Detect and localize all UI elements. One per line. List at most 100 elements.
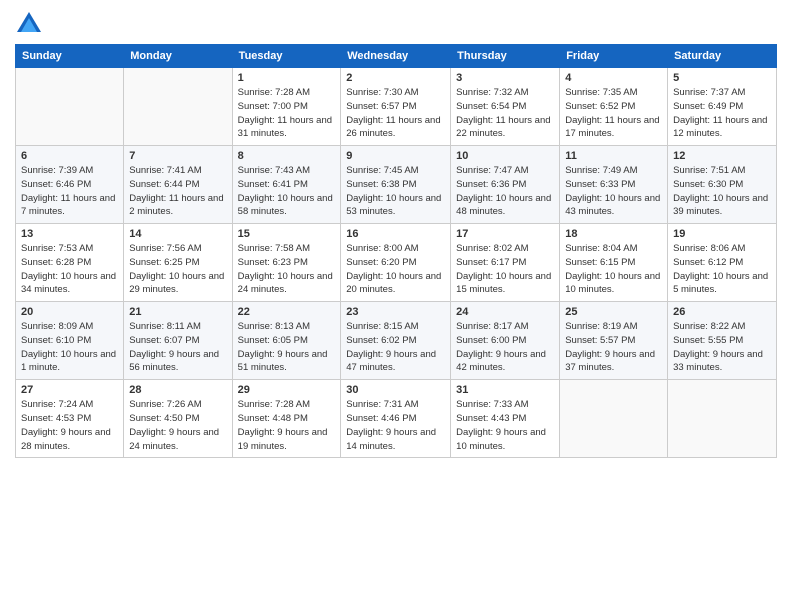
day-number: 23 xyxy=(346,306,445,318)
day-cell: 3Sunrise: 7:32 AM Sunset: 6:54 PM Daylig… xyxy=(451,68,560,146)
day-cell: 2 Sunrise: 7:30 AM Sunset: 6:57 PM Daylig… xyxy=(341,68,451,146)
day-cell: 6 Sunrise: 7:39 AM Sunset: 6:46 PM Daylig… xyxy=(16,146,124,224)
day-number: 16 xyxy=(346,228,445,240)
day-detail: Sunrise: 7:49 AM Sunset: 6:33 PM Dayligh… xyxy=(565,164,662,219)
day-cell: 27 Sunrise: 7:24 AM Sunset: 4:53 PM Dayli… xyxy=(16,380,124,458)
day-number: 26 xyxy=(673,306,771,318)
calendar-header-row: SundayMondayTuesdayWednesdayThursdayFrid… xyxy=(16,45,777,68)
day-cell: 23 Sunrise: 8:15 AM Sunset: 6:02 PM Dayli… xyxy=(341,302,451,380)
day-detail: Sunrise: 8:02 AM Sunset: 6:17 PM Dayligh… xyxy=(456,242,554,297)
week-row-3: 13Sunrise: 7:53 AM Sunset: 6:28 PM Dayli… xyxy=(16,224,777,302)
day-detail: Sunrise: 8:15 AM Sunset: 6:02 PM Dayligh… xyxy=(346,320,445,375)
day-detail: Sunrise: 7:39 AM Sunset: 6:46 PM Dayligh… xyxy=(21,164,118,219)
day-number: 21 xyxy=(129,306,226,318)
day-cell xyxy=(16,68,124,146)
day-detail: Sunrise: 7:43 AM Sunset: 6:41 PM Dayligh… xyxy=(238,164,336,219)
col-header-friday: Friday xyxy=(560,45,668,68)
day-cell: 9 Sunrise: 7:45 AM Sunset: 6:38 PM Daylig… xyxy=(341,146,451,224)
day-detail: Sunrise: 8:22 AM Sunset: 5:55 PM Dayligh… xyxy=(673,320,771,375)
day-detail: Sunrise: 7:28 AM Sunset: 7:00 PM Dayligh… xyxy=(238,86,336,141)
calendar: SundayMondayTuesdayWednesdayThursdayFrid… xyxy=(15,44,777,458)
day-number: 11 xyxy=(565,150,662,162)
day-number: 8 xyxy=(238,150,336,162)
day-number: 30 xyxy=(346,384,445,396)
day-number: 27 xyxy=(21,384,118,396)
day-detail: Sunrise: 7:30 AM Sunset: 6:57 PM Dayligh… xyxy=(346,86,445,141)
day-number: 17 xyxy=(456,228,554,240)
day-cell: 28 Sunrise: 7:26 AM Sunset: 4:50 PM Dayli… xyxy=(124,380,232,458)
day-detail: Sunrise: 7:24 AM Sunset: 4:53 PM Dayligh… xyxy=(21,398,118,453)
day-number: 19 xyxy=(673,228,771,240)
day-number: 6 xyxy=(21,150,118,162)
day-detail: Sunrise: 7:31 AM Sunset: 4:46 PM Dayligh… xyxy=(346,398,445,453)
day-cell: 1 Sunrise: 7:28 AM Sunset: 7:00 PM Daylig… xyxy=(232,68,341,146)
col-header-tuesday: Tuesday xyxy=(232,45,341,68)
day-detail: Sunrise: 8:06 AM Sunset: 6:12 PM Dayligh… xyxy=(673,242,771,297)
day-cell xyxy=(668,380,777,458)
page: SundayMondayTuesdayWednesdayThursdayFrid… xyxy=(0,0,792,612)
day-detail: Sunrise: 7:35 AM Sunset: 6:52 PM Dayligh… xyxy=(565,86,662,141)
day-cell: 8 Sunrise: 7:43 AM Sunset: 6:41 PM Daylig… xyxy=(232,146,341,224)
day-number: 4 xyxy=(565,72,662,84)
day-number: 5 xyxy=(673,72,771,84)
day-cell: 30 Sunrise: 7:31 AM Sunset: 4:46 PM Dayli… xyxy=(341,380,451,458)
day-detail: Sunrise: 7:47 AM Sunset: 6:36 PM Dayligh… xyxy=(456,164,554,219)
day-detail: Sunrise: 8:11 AM Sunset: 6:07 PM Dayligh… xyxy=(129,320,226,375)
day-cell xyxy=(124,68,232,146)
day-cell: 18 Sunrise: 8:04 AM Sunset: 6:15 PM Dayli… xyxy=(560,224,668,302)
day-detail: Sunrise: 7:58 AM Sunset: 6:23 PM Dayligh… xyxy=(238,242,336,297)
week-row-4: 20Sunrise: 8:09 AM Sunset: 6:10 PM Dayli… xyxy=(16,302,777,380)
day-number: 12 xyxy=(673,150,771,162)
day-detail: Sunrise: 7:28 AM Sunset: 4:48 PM Dayligh… xyxy=(238,398,336,453)
day-number: 20 xyxy=(21,306,118,318)
day-cell: 13Sunrise: 7:53 AM Sunset: 6:28 PM Dayli… xyxy=(16,224,124,302)
week-row-2: 6 Sunrise: 7:39 AM Sunset: 6:46 PM Daylig… xyxy=(16,146,777,224)
day-cell xyxy=(560,380,668,458)
day-cell: 31 Sunrise: 7:33 AM Sunset: 4:43 PM Dayli… xyxy=(451,380,560,458)
day-cell: 11 Sunrise: 7:49 AM Sunset: 6:33 PM Dayli… xyxy=(560,146,668,224)
day-number: 18 xyxy=(565,228,662,240)
day-detail: Sunrise: 7:45 AM Sunset: 6:38 PM Dayligh… xyxy=(346,164,445,219)
day-cell: 26 Sunrise: 8:22 AM Sunset: 5:55 PM Dayli… xyxy=(668,302,777,380)
day-cell: 7Sunrise: 7:41 AM Sunset: 6:44 PM Daylig… xyxy=(124,146,232,224)
day-cell: 19 Sunrise: 8:06 AM Sunset: 6:12 PM Dayli… xyxy=(668,224,777,302)
day-cell: 5 Sunrise: 7:37 AM Sunset: 6:49 PM Daylig… xyxy=(668,68,777,146)
col-header-sunday: Sunday xyxy=(16,45,124,68)
day-number: 31 xyxy=(456,384,554,396)
day-cell: 21 Sunrise: 8:11 AM Sunset: 6:07 PM Dayli… xyxy=(124,302,232,380)
day-detail: Sunrise: 8:04 AM Sunset: 6:15 PM Dayligh… xyxy=(565,242,662,297)
day-cell: 4 Sunrise: 7:35 AM Sunset: 6:52 PM Daylig… xyxy=(560,68,668,146)
day-number: 24 xyxy=(456,306,554,318)
day-detail: Sunrise: 8:17 AM Sunset: 6:00 PM Dayligh… xyxy=(456,320,554,375)
day-detail: Sunrise: 8:13 AM Sunset: 6:05 PM Dayligh… xyxy=(238,320,336,375)
day-cell: 24 Sunrise: 8:17 AM Sunset: 6:00 PM Dayli… xyxy=(451,302,560,380)
day-detail: Sunrise: 7:26 AM Sunset: 4:50 PM Dayligh… xyxy=(129,398,226,453)
day-number: 14 xyxy=(129,228,226,240)
week-row-1: 1 Sunrise: 7:28 AM Sunset: 7:00 PM Daylig… xyxy=(16,68,777,146)
day-cell: 10 Sunrise: 7:47 AM Sunset: 6:36 PM Dayli… xyxy=(451,146,560,224)
col-header-saturday: Saturday xyxy=(668,45,777,68)
day-cell: 16 Sunrise: 8:00 AM Sunset: 6:20 PM Dayli… xyxy=(341,224,451,302)
day-detail: Sunrise: 7:41 AM Sunset: 6:44 PM Dayligh… xyxy=(129,164,226,219)
day-number: 10 xyxy=(456,150,554,162)
day-number: 2 xyxy=(346,72,445,84)
day-detail: Sunrise: 7:56 AM Sunset: 6:25 PM Dayligh… xyxy=(129,242,226,297)
day-cell: 22Sunrise: 8:13 AM Sunset: 6:05 PM Dayli… xyxy=(232,302,341,380)
col-header-wednesday: Wednesday xyxy=(341,45,451,68)
day-cell: 29 Sunrise: 7:28 AM Sunset: 4:48 PM Dayli… xyxy=(232,380,341,458)
day-detail: Sunrise: 7:51 AM Sunset: 6:30 PM Dayligh… xyxy=(673,164,771,219)
day-cell: 14 Sunrise: 7:56 AM Sunset: 6:25 PM Dayli… xyxy=(124,224,232,302)
day-number: 15 xyxy=(238,228,336,240)
day-number: 28 xyxy=(129,384,226,396)
day-detail: Sunrise: 8:00 AM Sunset: 6:20 PM Dayligh… xyxy=(346,242,445,297)
day-number: 29 xyxy=(238,384,336,396)
day-cell: 12 Sunrise: 7:51 AM Sunset: 6:30 PM Dayli… xyxy=(668,146,777,224)
day-number: 9 xyxy=(346,150,445,162)
day-detail: Sunrise: 7:33 AM Sunset: 4:43 PM Dayligh… xyxy=(456,398,554,453)
day-number: 1 xyxy=(238,72,336,84)
logo xyxy=(15,10,47,38)
day-detail: Sunrise: 7:37 AM Sunset: 6:49 PM Dayligh… xyxy=(673,86,771,141)
day-cell: 17 Sunrise: 8:02 AM Sunset: 6:17 PM Dayli… xyxy=(451,224,560,302)
day-cell: 25Sunrise: 8:19 AM Sunset: 5:57 PM Dayli… xyxy=(560,302,668,380)
day-number: 13 xyxy=(21,228,118,240)
